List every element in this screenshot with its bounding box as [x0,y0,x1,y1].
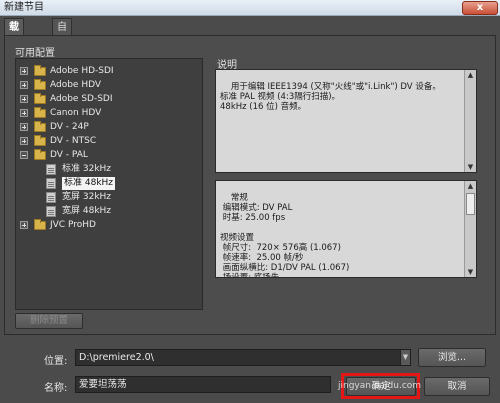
scroll-up-icon[interactable]: ▲ [466,70,475,80]
settings-summary-text: 常规 编辑模式: DV PAL 时基: 25.00 fps 视频设置 帧尺寸: … [220,193,350,278]
description-box: 用于编辑 IEEE1394 (又称"火线"或"i.Link") DV 设备。 标… [215,69,477,173]
watermark: jingyan.baidu.com [338,381,422,391]
preset-file-icon [46,206,56,217]
expand-icon[interactable] [20,109,28,117]
folder-icon [34,219,46,230]
location-value: D:\premiere2.0\ [79,352,154,363]
window-titlebar: 新建节目 x [0,0,500,16]
folder-icon [34,65,46,76]
tab-load-preset[interactable]: 载入预置 [4,18,24,84]
scroll-down-icon[interactable]: ▼ [466,162,475,172]
collapse-icon[interactable] [20,151,28,159]
chevron-down-icon[interactable]: ▼ [400,350,410,365]
folder-icon [34,135,46,146]
folder-icon [34,121,46,132]
expand-icon[interactable] [20,81,28,89]
scroll-down-icon[interactable]: ▼ [466,267,475,277]
description-text: 用于编辑 IEEE1394 (又称"火线"或"i.Link") DV 设备。 标… [220,82,441,112]
browse-button[interactable]: 浏览... [418,348,486,367]
preset-file-icon [46,192,56,203]
preset-tree[interactable]: Adobe HD-SDI Adobe HDV Adobe SD-SDI Cano… [15,58,203,310]
tab-panel: 可用配置 Adobe HD-SDI Adobe HDV Adobe SD-SDI… [4,35,496,335]
preset-file-icon [46,164,56,175]
name-input[interactable]: 爱要坦荡荡 [75,376,331,393]
name-label: 名称: [44,383,68,394]
expand-icon[interactable] [20,123,28,131]
expand-icon[interactable] [20,95,28,103]
close-button[interactable]: x [462,1,498,15]
location-dropdown[interactable]: D:\premiere2.0\ ▼ [75,349,411,366]
scroll-thumb[interactable] [466,193,475,215]
preset-file-icon [46,178,56,189]
folder-open-icon [34,149,46,160]
expand-icon[interactable] [20,221,28,229]
expand-icon[interactable] [20,137,28,145]
scroll-up-icon[interactable]: ▲ [466,181,475,191]
available-presets-label: 可用配置 [15,48,55,59]
expand-icon[interactable] [20,67,28,75]
name-value: 爱要坦荡荡 [79,379,127,390]
folder-icon [34,93,46,104]
settings-summary-box: 常规 编辑模式: DV PAL 时基: 25.00 fps 视频设置 帧尺寸: … [215,180,477,278]
settings-scrollbar[interactable]: ▲ ▼ [464,181,476,277]
window-title: 新建节目 [4,2,44,13]
delete-preset-button[interactable]: 删除预置 [15,313,83,329]
folder-icon [34,79,46,90]
folder-icon [34,107,46,118]
tab-custom-settings[interactable]: 自定配置 [52,18,72,84]
description-scrollbar[interactable]: ▲ ▼ [464,70,476,172]
cancel-button[interactable]: 取消 [424,377,490,396]
location-label: 位置: [44,356,68,367]
